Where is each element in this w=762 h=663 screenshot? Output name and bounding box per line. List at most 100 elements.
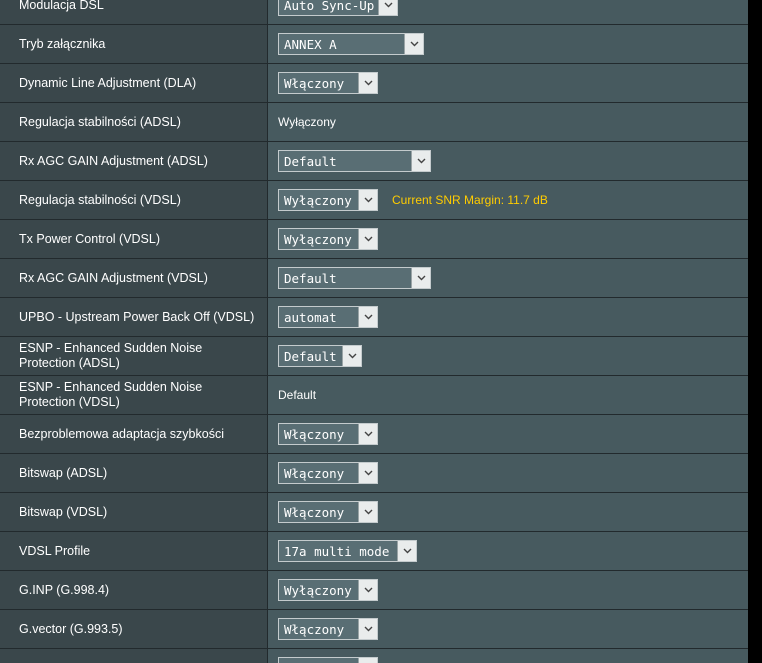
- setting-row-g-inp-g-998-4: G.INP (G.998.4) Wyłączony: [0, 571, 748, 610]
- setting-value-cell: [268, 649, 748, 663]
- setting-row-rx-agc-gain-adjustment-adsl: Rx AGC GAIN Adjustment (ADSL) Default: [0, 142, 748, 181]
- setting-row-esnp-enhanced-sudden-noise-protection-vdsl: ESNP - Enhanced Sudden Noise Protection …: [0, 376, 748, 415]
- row-select[interactable]: [278, 657, 378, 663]
- chevron-down-icon[interactable]: [397, 541, 416, 561]
- setting-value-cell: Wyłączony: [268, 103, 748, 141]
- setting-value-cell: Włączony: [268, 454, 748, 492]
- setting-value-cell: 17a multi mode: [268, 532, 748, 570]
- setting-label: Rx AGC GAIN Adjustment (VDSL): [19, 270, 208, 285]
- dynamic-line-adjustment-dla-select[interactable]: Włączony: [278, 72, 378, 94]
- setting-value-cell: Włączony: [268, 415, 748, 453]
- setting-label-cell: G.INP (G.998.4): [0, 571, 268, 609]
- setting-label-cell: Bezproblemowa adaptacja szybkości: [0, 415, 268, 453]
- setting-label: UPBO - Upstream Power Back Off (VDSL): [19, 309, 255, 324]
- setting-label: ESNP - Enhanced Sudden Noise Protection …: [19, 341, 203, 370]
- select-value: Default: [284, 348, 337, 364]
- chevron-down-icon[interactable]: [404, 34, 423, 54]
- chevron-down-icon[interactable]: [358, 658, 377, 663]
- setting-label-cell: ESNP - Enhanced Sudden Noise Protection …: [0, 337, 268, 375]
- setting-value-cell: Default: [268, 376, 748, 414]
- setting-row-upbo-upstream-power-back-off-vdsl: UPBO - Upstream Power Back Off (VDSL) aut…: [0, 298, 748, 337]
- bitswap-adsl-select[interactable]: Włączony: [278, 462, 378, 484]
- setting-label: VDSL Profile: [19, 543, 91, 558]
- chevron-down-icon[interactable]: [358, 424, 377, 444]
- setting-row-dynamic-line-adjustment-dla: Dynamic Line Adjustment (DLA) Włączony: [0, 64, 748, 103]
- setting-label-cell: Tx Power Control (VDSL): [0, 220, 268, 258]
- g-inp-g-998-4-select[interactable]: Wyłączony: [278, 579, 378, 601]
- chevron-down-icon[interactable]: [378, 0, 397, 15]
- setting-value-cell: Włączony: [268, 610, 748, 648]
- bezproblemowa-adaptacja-szybko-ci-select[interactable]: Włączony: [278, 423, 378, 445]
- chevron-down-icon[interactable]: [358, 229, 377, 249]
- setting-label-cell: Rx AGC GAIN Adjustment (ADSL): [0, 142, 268, 180]
- setting-row-tryb-za-cznika: Tryb załącznika ANNEX A: [0, 25, 748, 64]
- select-value: Włączony: [284, 465, 345, 481]
- tx-power-control-vdsl-select[interactable]: Wyłączony: [278, 228, 378, 250]
- setting-label-cell: [0, 649, 268, 663]
- setting-value-cell: Default: [268, 337, 748, 375]
- esnp-enhanced-sudden-noise-protection-adsl-select[interactable]: Default: [278, 345, 362, 367]
- setting-value-cell: Default: [268, 142, 748, 180]
- select-value: 17a multi mode: [284, 543, 390, 559]
- setting-label: G.INP (G.998.4): [19, 582, 110, 597]
- select-value: Default: [284, 270, 337, 286]
- setting-label: Bezproblemowa adaptacja szybkości: [19, 426, 224, 441]
- setting-label-cell: VDSL Profile: [0, 532, 268, 570]
- modulacja-dsl-select[interactable]: Auto Sync-Up: [278, 0, 398, 16]
- setting-label: Bitswap (VDSL): [19, 504, 108, 519]
- setting-label-cell: Regulacja stabilności (VDSL): [0, 181, 268, 219]
- g-vector-g-993-5-select[interactable]: Włączony: [278, 618, 378, 640]
- setting-row-esnp-enhanced-sudden-noise-protection-adsl: ESNP - Enhanced Sudden Noise Protection …: [0, 337, 748, 376]
- setting-label: Regulacja stabilności (VDSL): [19, 192, 181, 207]
- select-value: Włączony: [284, 504, 345, 520]
- tryb-za-cznika-select[interactable]: ANNEX A: [278, 33, 424, 55]
- chevron-down-icon[interactable]: [358, 619, 377, 639]
- setting-row-tx-power-control-vdsl: Tx Power Control (VDSL) Wyłączony: [0, 220, 748, 259]
- select-value: Wyłączony: [284, 582, 352, 598]
- vdsl-profile-select[interactable]: 17a multi mode: [278, 540, 417, 562]
- setting-label: Modulacja DSL: [19, 0, 104, 12]
- chevron-down-icon[interactable]: [358, 502, 377, 522]
- setting-label: Regulacja stabilności (ADSL): [19, 114, 181, 129]
- setting-row-g-vector-g-993-5: G.vector (G.993.5) Włączony: [0, 610, 748, 649]
- setting-label: Tryb załącznika: [19, 36, 106, 51]
- chevron-down-icon[interactable]: [342, 346, 361, 366]
- upbo-upstream-power-back-off-vdsl-select[interactable]: automat: [278, 306, 378, 328]
- setting-value-cell: ANNEX A: [268, 25, 748, 63]
- setting-label-cell: Bitswap (ADSL): [0, 454, 268, 492]
- setting-static-value: Wyłączony: [278, 115, 336, 129]
- setting-label-cell: Regulacja stabilności (ADSL): [0, 103, 268, 141]
- select-value: Włączony: [284, 75, 345, 91]
- setting-row-bezproblemowa-adaptacja-szybko-ci: Bezproblemowa adaptacja szybkości Włączon…: [0, 415, 748, 454]
- regulacja-stabilno-ci-vdsl-select[interactable]: Wyłączony: [278, 189, 378, 211]
- setting-label-cell: ESNP - Enhanced Sudden Noise Protection …: [0, 376, 268, 414]
- rx-agc-gain-adjustment-vdsl-select[interactable]: Default: [278, 267, 431, 289]
- setting-label-cell: Rx AGC GAIN Adjustment (VDSL): [0, 259, 268, 297]
- select-value: Wyłączony: [284, 231, 352, 247]
- rx-agc-gain-adjustment-adsl-select[interactable]: Default: [278, 150, 431, 172]
- chevron-down-icon[interactable]: [358, 307, 377, 327]
- setting-row-bitswap-vdsl: Bitswap (VDSL) Włączony: [0, 493, 748, 532]
- setting-row-modulacja-dsl: Modulacja DSL Auto Sync-Up: [0, 0, 748, 25]
- select-value: Default: [284, 153, 337, 169]
- setting-label: ESNP - Enhanced Sudden Noise Protection …: [19, 380, 203, 409]
- setting-value-cell: Auto Sync-Up: [268, 0, 748, 24]
- bitswap-vdsl-select[interactable]: Włączony: [278, 501, 378, 523]
- chevron-down-icon[interactable]: [411, 151, 430, 171]
- scrollbar[interactable]: [748, 0, 762, 663]
- select-value: automat: [284, 309, 337, 325]
- chevron-down-icon[interactable]: [411, 268, 430, 288]
- chevron-down-icon[interactable]: [358, 580, 377, 600]
- chevron-down-icon[interactable]: [358, 73, 377, 93]
- setting-value-cell: Włączony: [268, 493, 748, 531]
- setting-row-regulacja-stabilno-ci-vdsl: Regulacja stabilności (VDSL) Wyłączony Cur…: [0, 181, 748, 220]
- select-value: Włączony: [284, 621, 345, 637]
- setting-label: Bitswap (ADSL): [19, 465, 108, 480]
- select-value: Włączony: [284, 426, 345, 442]
- setting-label-cell: G.vector (G.993.5): [0, 610, 268, 648]
- setting-value-cell: Wyłączony: [268, 220, 748, 258]
- chevron-down-icon[interactable]: [358, 190, 377, 210]
- setting-value-cell: Wyłączony Current SNR Margin: 11.7 dB: [268, 181, 748, 219]
- setting-label-cell: Tryb załącznika: [0, 25, 268, 63]
- chevron-down-icon[interactable]: [358, 463, 377, 483]
